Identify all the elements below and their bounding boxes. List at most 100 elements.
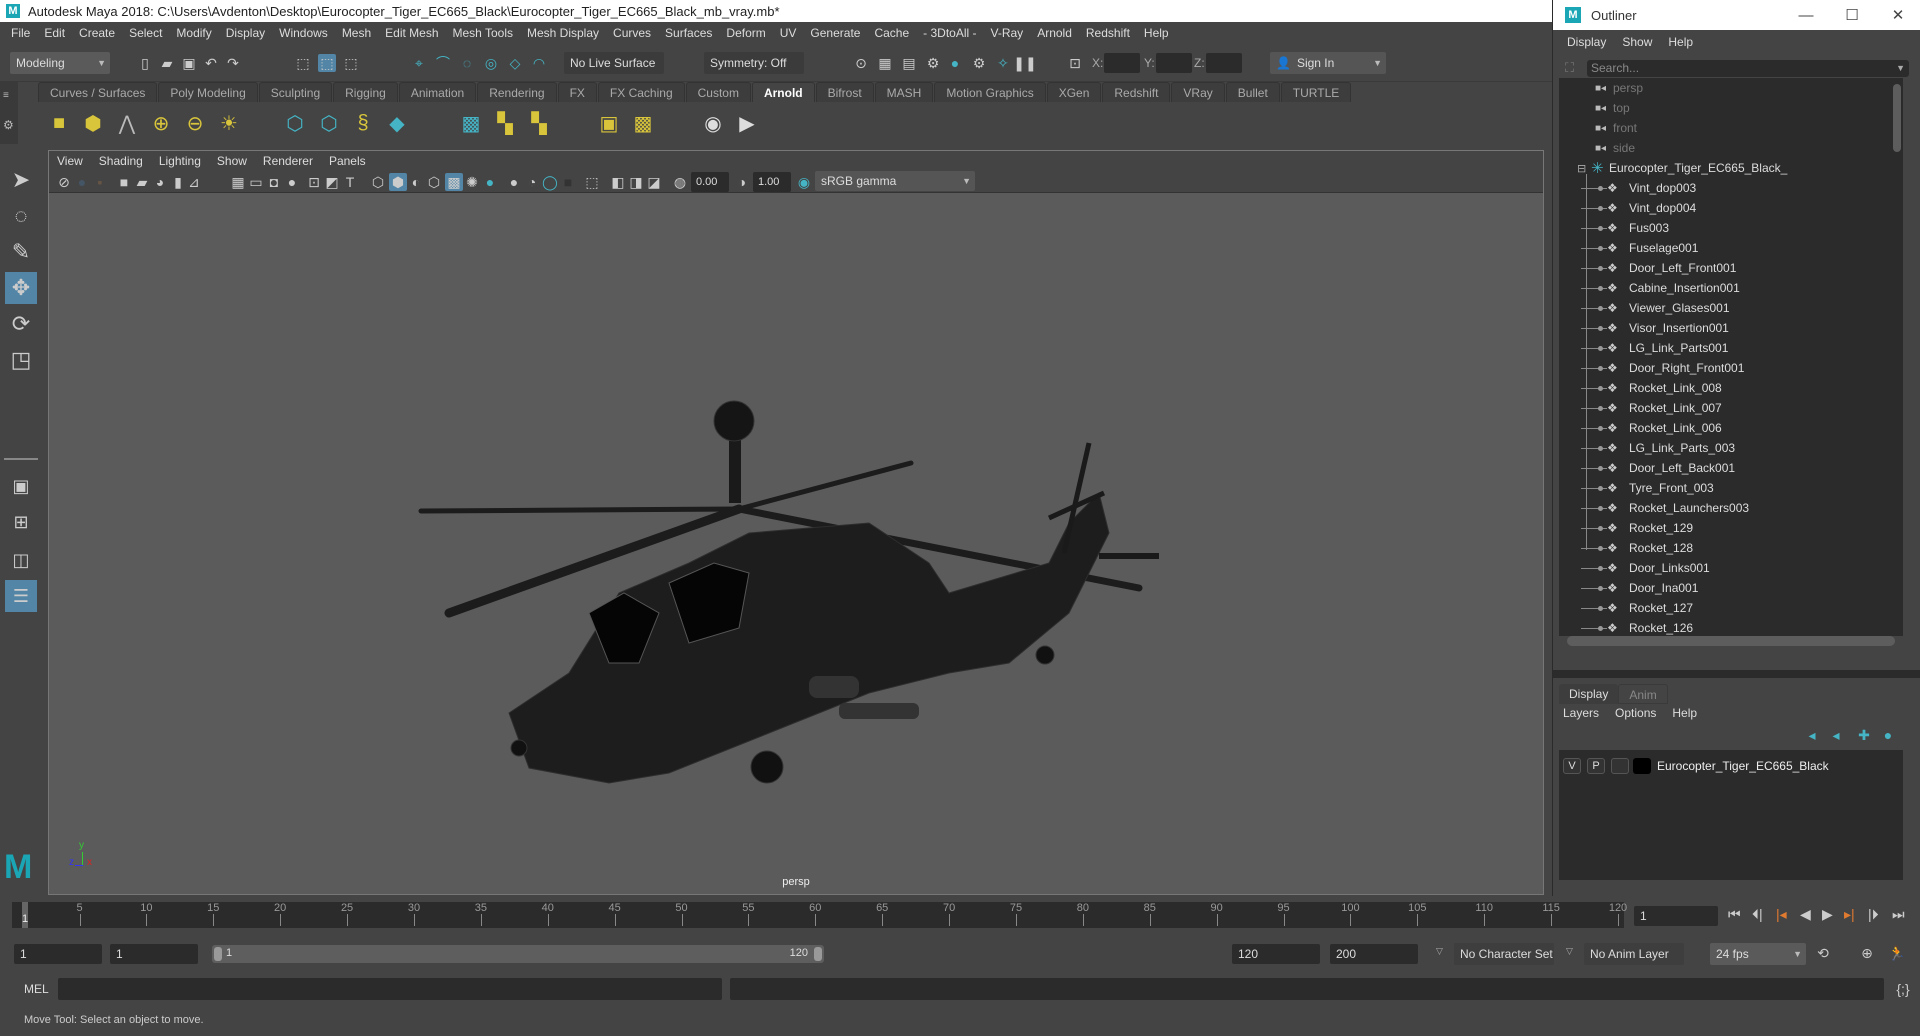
outliner-item[interactable]: ❖ Rocket_126 bbox=[1559, 618, 1903, 636]
snap-point-icon[interactable]: ◌ bbox=[458, 54, 476, 72]
step-forward-frame-icon[interactable]: ▸| bbox=[1844, 906, 1855, 923]
outliner-item[interactable]: ❖ Rocket_Link_006 bbox=[1559, 418, 1903, 438]
create-standin-icon[interactable]: ⬡ bbox=[282, 110, 308, 136]
outliner-item-camera[interactable]: ■◂ side bbox=[1559, 138, 1903, 158]
maximize-icon[interactable]: ☐ bbox=[1829, 0, 1875, 30]
shelf-tab-fx-caching[interactable]: FX Caching bbox=[597, 82, 685, 102]
wireframe-grid-icon[interactable]: ▦ bbox=[229, 173, 247, 191]
animation-preferences-icon[interactable]: 🏃 bbox=[1888, 944, 1906, 962]
outliner-item[interactable]: ❖ Rocket_128 bbox=[1559, 538, 1903, 558]
menu-3dtoall[interactable]: - 3DtoAll - bbox=[916, 26, 983, 40]
loop-icon[interactable]: ⟲ bbox=[1814, 944, 1832, 962]
menu-mesh-tools[interactable]: Mesh Tools bbox=[446, 26, 520, 40]
filter-icon[interactable]: ⛶ bbox=[1565, 60, 1574, 76]
live-surface-field[interactable]: No Live Surface bbox=[564, 52, 664, 74]
render-icon[interactable]: ▶ bbox=[734, 110, 760, 136]
vp-menu-shading[interactable]: Shading bbox=[99, 154, 143, 168]
vp-menu-lighting[interactable]: Lighting bbox=[159, 154, 201, 168]
outliner-item[interactable]: ❖ Rocket_Link_007 bbox=[1559, 398, 1903, 418]
snap-surface-icon[interactable]: ◇ bbox=[506, 54, 524, 72]
go-to-end-icon[interactable]: ⏭ bbox=[1892, 906, 1905, 923]
outliner-item[interactable]: ❖ Rocket_129 bbox=[1559, 518, 1903, 538]
gamma-icon[interactable]: ◑ bbox=[733, 173, 751, 191]
vp-menu-panels[interactable]: Panels bbox=[329, 154, 366, 168]
shelf-tab-custom[interactable]: Custom bbox=[685, 82, 751, 102]
script-editor-icon[interactable]: {;} bbox=[1894, 980, 1912, 998]
two-view-layout-icon[interactable]: ◫ bbox=[5, 544, 37, 576]
remove-tx-icon[interactable]: ▚ bbox=[526, 110, 552, 136]
menu-curves[interactable]: Curves bbox=[606, 26, 658, 40]
move-layer-down-icon[interactable]: ◂ bbox=[1827, 726, 1845, 744]
snap-view-icon[interactable]: ◎ bbox=[482, 54, 500, 72]
motion-blur-icon[interactable]: ◔ bbox=[523, 173, 541, 191]
layer-visibility-toggle[interactable]: V bbox=[1563, 758, 1581, 774]
outliner-menu-show[interactable]: Show bbox=[1622, 35, 1652, 49]
menu-cache[interactable]: Cache bbox=[867, 26, 916, 40]
mesh-light-icon[interactable]: ⬢ bbox=[80, 110, 106, 136]
render-frame-icon[interactable]: ▦ bbox=[876, 54, 894, 72]
select-camera-icon[interactable]: ⊘ bbox=[55, 173, 73, 191]
range-end-handle[interactable] bbox=[814, 947, 822, 961]
menu-mesh-display[interactable]: Mesh Display bbox=[520, 26, 606, 40]
light-portal-icon[interactable]: ⊖ bbox=[182, 110, 208, 136]
outliner-item[interactable]: ❖ Vint_dop004 bbox=[1559, 198, 1903, 218]
lock-camera-icon[interactable]: ● bbox=[73, 173, 91, 191]
viewport-persp[interactable]: View Shading Lighting Show Renderer Pane… bbox=[48, 150, 1544, 895]
animation-end-field[interactable]: 200 bbox=[1330, 944, 1418, 964]
resolution-gate-icon[interactable]: ◘ bbox=[265, 173, 283, 191]
outliner-item[interactable]: ❖ Vint_dop003 bbox=[1559, 178, 1903, 198]
layer-menu-help[interactable]: Help bbox=[1672, 706, 1697, 720]
area-light-icon[interactable]: ■ bbox=[46, 110, 72, 136]
shelf-tab-rigging[interactable]: Rigging bbox=[333, 82, 398, 102]
minimize-icon[interactable]: — bbox=[1783, 0, 1829, 30]
outliner-item[interactable]: ❖ Visor_Insertion001 bbox=[1559, 318, 1903, 338]
animation-start-field[interactable]: 1 bbox=[14, 944, 102, 964]
isolate-select-icon[interactable]: ⬚ bbox=[583, 173, 601, 191]
move-layer-up-icon[interactable]: ◂ bbox=[1803, 726, 1821, 744]
color-space-dropdown[interactable]: sRGB gamma ▼ bbox=[815, 171, 975, 191]
command-language-label[interactable]: MEL bbox=[24, 982, 49, 996]
shelf-tab-vray[interactable]: VRay bbox=[1171, 82, 1225, 102]
shelf-menu-icon[interactable]: ≡ bbox=[3, 90, 9, 101]
anti-aliasing-icon[interactable]: ◯ bbox=[541, 173, 559, 191]
outliner-item-camera[interactable]: ■◂ persp bbox=[1559, 78, 1903, 98]
scale-tool-icon[interactable]: ◳ bbox=[5, 344, 37, 376]
tx-manager-icon[interactable]: ▩ bbox=[458, 110, 484, 136]
flush-cache-icon[interactable]: ▣ bbox=[596, 110, 622, 136]
export-standin-icon[interactable]: ⬡ bbox=[316, 110, 342, 136]
camera-attributes-icon[interactable]: ■ bbox=[115, 173, 133, 191]
2d-pan-zoom-icon[interactable]: ◕ bbox=[151, 173, 169, 191]
menu-file[interactable]: File bbox=[4, 26, 37, 40]
range-start-handle[interactable] bbox=[214, 947, 222, 961]
save-scene-icon[interactable]: ▣ bbox=[180, 54, 198, 72]
shelf-tab-animation[interactable]: Animation bbox=[398, 82, 477, 102]
gate-mask-icon[interactable]: ● bbox=[283, 173, 301, 191]
light-editor-icon[interactable]: ⚙ bbox=[970, 54, 988, 72]
pause-icon[interactable]: ❚❚ bbox=[1013, 54, 1036, 72]
outliner-item[interactable]: ❖ Door_Left_Back001 bbox=[1559, 458, 1903, 478]
default-material-icon[interactable]: ◐ bbox=[407, 173, 425, 191]
layer-color-swatch[interactable] bbox=[1633, 758, 1651, 774]
outliner-item[interactable]: ❖ Fus003 bbox=[1559, 218, 1903, 238]
outliner-horizontal-scrollbar[interactable] bbox=[1567, 636, 1895, 646]
outliner-item[interactable]: ❖ LG_Link_Parts_003 bbox=[1559, 438, 1903, 458]
current-frame-field[interactable]: 1 bbox=[1634, 906, 1718, 926]
menu-deform[interactable]: Deform bbox=[719, 26, 772, 40]
playback-start-field[interactable]: 1 bbox=[110, 944, 198, 964]
textured-icon[interactable]: ▩ bbox=[445, 173, 463, 191]
rotate-tool-icon[interactable]: ⟳ bbox=[5, 308, 37, 340]
x-field[interactable] bbox=[1104, 53, 1140, 73]
vp-menu-view[interactable]: View bbox=[57, 154, 83, 168]
menu-generate[interactable]: Generate bbox=[803, 26, 867, 40]
shelf-tab-mash[interactable]: MASH bbox=[874, 82, 934, 102]
skydome-light-icon[interactable]: ⊕ bbox=[148, 110, 174, 136]
menu-edit[interactable]: Edit bbox=[37, 26, 72, 40]
menu-surfaces[interactable]: Surfaces bbox=[658, 26, 719, 40]
wireframe-on-shaded-icon[interactable]: ⬡ bbox=[425, 173, 443, 191]
xray-components-icon[interactable]: ◪ bbox=[645, 173, 663, 191]
image-plane-icon[interactable]: ▰ bbox=[133, 173, 151, 191]
shelf-settings-icon[interactable]: ⚙ bbox=[3, 118, 14, 132]
step-forward-key-icon[interactable]: |⏵ bbox=[1868, 906, 1879, 923]
smooth-shading-icon[interactable]: ⬢ bbox=[389, 173, 407, 191]
range-bar[interactable]: 1 120 bbox=[212, 945, 824, 963]
